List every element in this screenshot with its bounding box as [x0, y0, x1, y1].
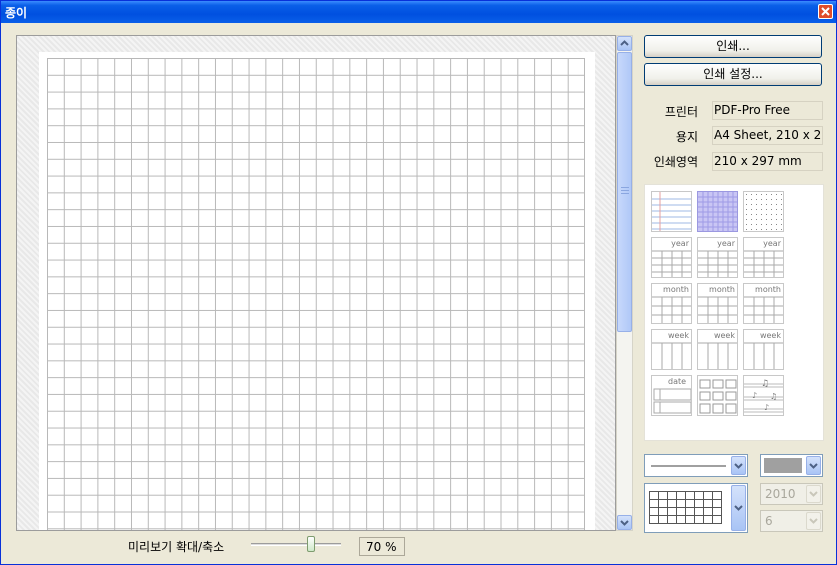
scroll-down-button[interactable]: [617, 515, 632, 530]
grid-size-select[interactable]: [644, 483, 748, 533]
block-grid-icon: [699, 379, 737, 414]
svg-text:♪: ♪: [752, 391, 757, 400]
line-style-select[interactable]: [644, 454, 748, 477]
arrow-up-icon: [620, 40, 629, 46]
zoom-slider-thumb[interactable]: [307, 536, 315, 552]
zoom-slider-track[interactable]: [251, 543, 341, 546]
template-blocks[interactable]: [697, 375, 738, 416]
print-area-value: 210 x 297 mm: [712, 152, 823, 171]
chevron-down-icon: [734, 505, 743, 511]
print-settings-button[interactable]: 인쇄 설정...: [644, 63, 822, 86]
template-year-1[interactable]: year: [651, 237, 692, 278]
svg-text:♫: ♫: [770, 392, 777, 401]
template-week-3[interactable]: week: [743, 329, 784, 370]
line-color-select[interactable]: [760, 454, 823, 477]
close-icon: [821, 7, 830, 16]
title-bar[interactable]: 종이: [1, 1, 836, 23]
preview-scrollbar[interactable]: [616, 35, 633, 531]
month-dropdown-button[interactable]: [806, 512, 821, 530]
svg-text:♫: ♫: [761, 379, 769, 389]
template-month-2[interactable]: month: [697, 283, 738, 324]
chevron-down-icon: [809, 518, 818, 524]
chevron-down-icon: [809, 491, 818, 497]
template-dots[interactable]: [743, 191, 784, 232]
music-staff-icon: ♫♪ ♫♪: [744, 379, 783, 413]
print-button[interactable]: 인쇄...: [644, 35, 822, 58]
line-color-swatch: [764, 458, 802, 473]
arrow-down-icon: [620, 520, 629, 526]
template-grid[interactable]: [697, 191, 738, 232]
window-title: 종이: [5, 6, 28, 20]
year-select-value: 2010: [765, 487, 796, 501]
template-lined[interactable]: [651, 191, 692, 232]
month-select[interactable]: 6: [760, 510, 823, 532]
template-week-1[interactable]: week: [651, 329, 692, 370]
grid-size-dropdown-button[interactable]: [731, 485, 746, 531]
year-select[interactable]: 2010: [760, 483, 823, 505]
year-dropdown-button[interactable]: [806, 485, 821, 503]
template-gallery: year year year month month month week we…: [644, 184, 824, 441]
paper-label: 용지: [675, 130, 698, 144]
scroll-up-button[interactable]: [617, 36, 632, 51]
grid-paper-icon: [698, 192, 737, 231]
template-week-2[interactable]: week: [697, 329, 738, 370]
printer-label: 프린터: [664, 105, 698, 119]
template-month-3[interactable]: month: [743, 283, 784, 324]
dot-paper-icon: [746, 194, 783, 231]
grid-size-preview-icon: [649, 491, 722, 524]
lined-paper-icon: [652, 192, 691, 231]
print-area-label: 인쇄영역: [653, 155, 698, 169]
template-month-1[interactable]: month: [651, 283, 692, 324]
print-preview[interactable]: [16, 35, 616, 531]
template-year-3[interactable]: year: [743, 237, 784, 278]
scroll-thumb[interactable]: [617, 52, 632, 332]
grip-icon: [621, 187, 629, 196]
preview-grid: [47, 58, 585, 530]
svg-text:♪: ♪: [764, 403, 769, 412]
month-select-value: 6: [765, 514, 773, 528]
printer-value: PDF-Pro Free: [712, 101, 823, 120]
zoom-value: 70 %: [359, 537, 405, 556]
line-style-preview: [651, 465, 726, 467]
zoom-label: 미리보기 확대/축소: [128, 540, 225, 554]
close-button[interactable]: [818, 4, 833, 19]
preview-paper: [39, 52, 595, 530]
chevron-down-icon: [734, 463, 743, 469]
template-date[interactable]: date: [651, 375, 692, 416]
paper-dialog-window: 종이 미리보기 확대/축소 70 % 인쇄... 인쇄 설정... 프린터 PD…: [0, 0, 837, 565]
chevron-down-icon: [809, 463, 818, 469]
template-year-2[interactable]: year: [697, 237, 738, 278]
template-music[interactable]: ♫ ♪ ♫ ♪: [743, 375, 784, 416]
line-color-dropdown-button[interactable]: [806, 456, 821, 475]
line-style-dropdown-button[interactable]: [731, 456, 746, 475]
paper-value: A4 Sheet, 210 x 29: [712, 126, 823, 145]
